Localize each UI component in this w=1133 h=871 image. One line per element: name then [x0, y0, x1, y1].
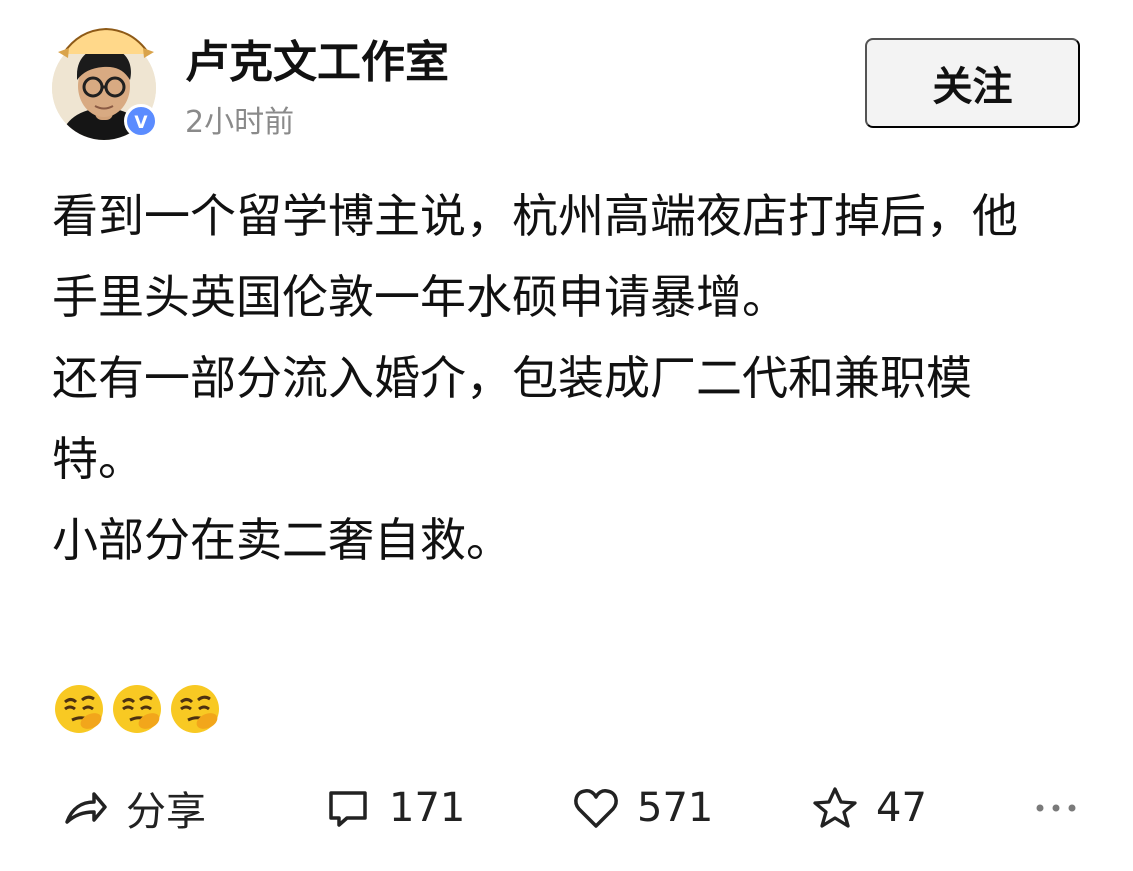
more-icon	[1036, 804, 1076, 812]
comment-icon	[329, 791, 367, 827]
like-button[interactable]: 571	[571, 780, 713, 836]
follow-button[interactable]: 关注	[865, 38, 1080, 128]
post-paragraph: 看到一个留学博主说，杭州高端夜店打掉后，他手里头英国伦敦一年水硕申请暴增。	[52, 189, 1018, 324]
more-button[interactable]	[1032, 790, 1080, 826]
post-paragraph: 还有一部分流入婚介，包装成厂二代和兼职模特。	[52, 351, 972, 486]
thinking-face-emoji	[171, 685, 219, 733]
favorite-button[interactable]: 47	[810, 780, 927, 836]
comment-button[interactable]: 171	[323, 780, 465, 836]
emoji-row	[52, 682, 222, 734]
comment-count: 171	[389, 785, 466, 831]
author-name[interactable]: 卢克文工作室	[185, 35, 449, 91]
like-count: 571	[637, 785, 714, 831]
thinking-face-emoji	[113, 685, 161, 733]
star-icon	[813, 787, 857, 828]
post-paragraph: 小部分在卖二奢自救。	[52, 513, 512, 567]
share-button[interactable]: 分享	[60, 780, 206, 836]
svg-text:V: V	[134, 113, 148, 133]
heart-icon	[574, 789, 618, 828]
verified-icon: V	[124, 104, 158, 138]
favorite-count: 47	[876, 785, 927, 831]
share-label: 分享	[126, 789, 206, 835]
expert-badge	[56, 26, 156, 60]
share-icon	[65, 792, 107, 824]
author-avatar[interactable]: V	[52, 26, 160, 140]
thinking-face-emoji	[55, 685, 103, 733]
post-time: 2小时前	[185, 105, 295, 140]
post-text: 看到一个留学博主说，杭州高端夜店打掉后，他手里头英国伦敦一年水硕申请暴增。 还有…	[52, 176, 1062, 581]
